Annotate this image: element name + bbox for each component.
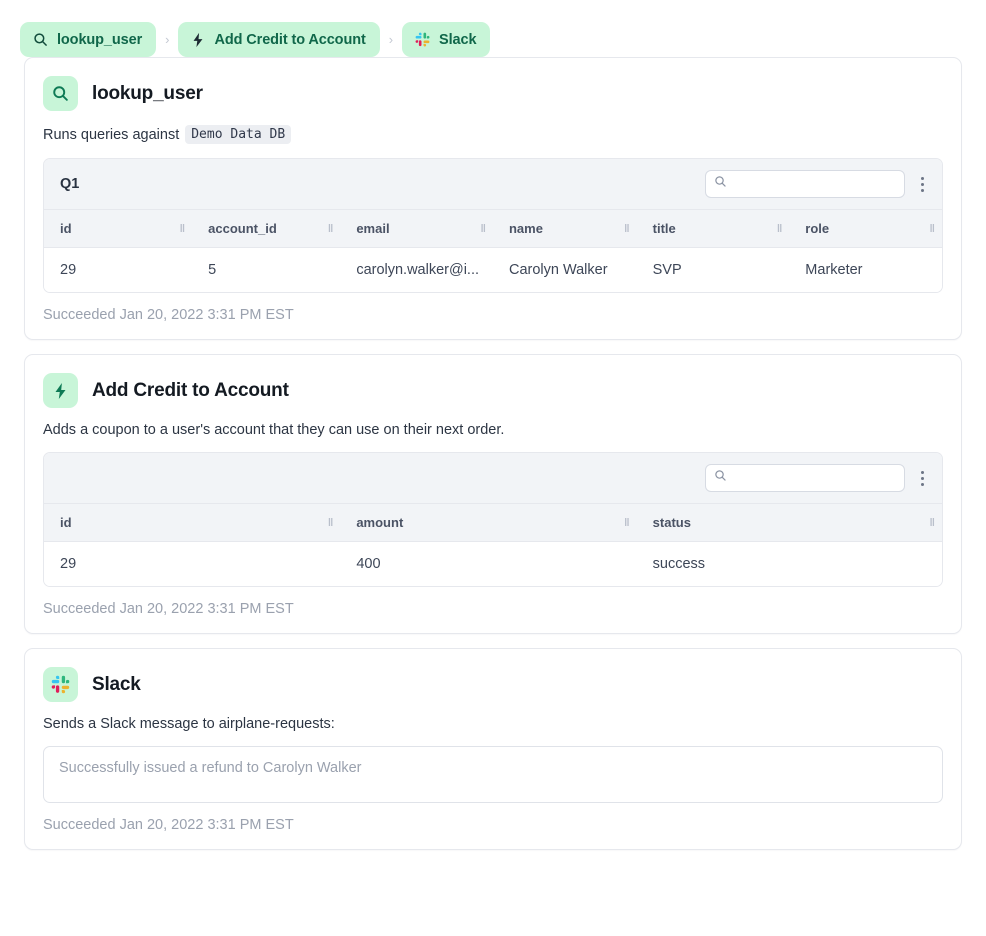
table-toolbar: Q1	[44, 159, 942, 210]
breadcrumb-item-slack[interactable]: Slack	[402, 22, 491, 57]
column-header-status[interactable]: status ‖	[636, 504, 942, 542]
table-toolbar	[44, 453, 942, 504]
column-resize-handle[interactable]: ‖	[328, 223, 334, 235]
table-row[interactable]: 29 400 success	[44, 541, 942, 586]
cell-role: Marketer	[789, 247, 942, 292]
table-overflow-menu-button[interactable]	[915, 173, 930, 196]
dot-icon	[921, 470, 924, 474]
column-label: email	[356, 221, 390, 236]
results-table-lookup-user: Q1 id ‖ account_id ‖ email ‖ name ‖ titl…	[43, 158, 943, 293]
status-text: Succeeded Jan 20, 2022 3:31 PM EST	[43, 601, 294, 617]
column-header-email[interactable]: email ‖	[340, 210, 493, 248]
description-text: Sends a Slack message to airplane-reques…	[43, 716, 335, 732]
search-icon	[714, 175, 727, 193]
cell-amount: 400	[340, 541, 637, 586]
card-header: Add Credit to Account	[43, 373, 943, 408]
search-input[interactable]	[733, 176, 896, 192]
table-row[interactable]: 29 5 carolyn.walker@i... Carolyn Walker …	[44, 247, 942, 292]
column-label: account_id	[208, 221, 277, 236]
slack-icon	[43, 667, 78, 702]
search-icon	[43, 76, 78, 111]
cell-status: success	[636, 541, 942, 586]
column-label: title	[652, 221, 676, 236]
column-resize-handle[interactable]: ‖	[624, 517, 630, 529]
dot-icon	[921, 482, 924, 486]
cell-id: 29	[44, 247, 193, 292]
description-text: Adds a coupon to a user's account that t…	[43, 422, 505, 438]
breadcrumb-label: Add Credit to Account	[214, 31, 366, 48]
table-overflow-menu-button[interactable]	[915, 467, 930, 490]
cell-name: Carolyn Walker	[492, 247, 637, 292]
data-table: id ‖ account_id ‖ email ‖ name ‖ title ‖ role…	[44, 210, 942, 292]
column-resize-handle[interactable]: ‖	[180, 223, 186, 235]
column-header-name[interactable]: name ‖	[492, 210, 637, 248]
column-header-title[interactable]: title ‖	[636, 210, 790, 248]
column-label: role	[805, 221, 830, 236]
search-input-wrapper[interactable]	[705, 464, 905, 492]
cards-container: lookup_user Runs queries against Demo Da…	[0, 57, 986, 850]
breadcrumb-label: Slack	[439, 31, 477, 48]
data-table: id ‖ amount ‖ status ‖ 29 400 success	[44, 504, 942, 586]
card-description: Adds a coupon to a user's account that t…	[43, 422, 943, 438]
column-label: id	[60, 221, 72, 236]
column-resize-handle[interactable]: ‖	[930, 223, 936, 235]
bolt-icon	[43, 373, 78, 408]
column-label: id	[60, 515, 72, 530]
column-header-role[interactable]: role ‖	[789, 210, 942, 248]
card-add-credit-to-account: Add Credit to Account Adds a coupon to a…	[24, 354, 962, 634]
page-title: Add Credit to Account	[92, 379, 289, 401]
column-resize-handle[interactable]: ‖	[930, 517, 936, 529]
column-label: status	[652, 515, 691, 530]
cell-account-id: 5	[192, 247, 341, 292]
column-resize-handle[interactable]: ‖	[480, 223, 486, 235]
column-header-account-id[interactable]: account_id ‖	[192, 210, 341, 248]
breadcrumb-item-lookup-user[interactable]: lookup_user	[20, 22, 157, 57]
breadcrumb: lookup_user › Add Credit to Account › Sl…	[0, 0, 986, 57]
card-header: lookup_user	[43, 76, 943, 111]
description-text: Runs queries against	[43, 126, 180, 143]
dot-icon	[921, 476, 924, 480]
dot-icon	[921, 182, 924, 186]
slack-icon	[415, 32, 430, 47]
search-icon	[33, 32, 48, 47]
dot-icon	[921, 176, 924, 180]
breadcrumb-separator: ›	[165, 32, 170, 47]
cell-id: 29	[44, 541, 341, 586]
toolbar-actions	[705, 464, 930, 492]
card-description: Sends a Slack message to airplane-reques…	[43, 716, 943, 732]
column-resize-handle[interactable]: ‖	[624, 223, 630, 235]
column-header-id[interactable]: id ‖	[44, 210, 193, 248]
breadcrumb-item-add-credit-to-account[interactable]: Add Credit to Account	[178, 22, 380, 57]
status-text: Succeeded Jan 20, 2022 3:31 PM EST	[43, 817, 294, 833]
page-title: Slack	[92, 673, 141, 695]
page-title: lookup_user	[92, 82, 203, 104]
bolt-icon	[191, 32, 205, 48]
column-resize-handle[interactable]: ‖	[777, 223, 783, 235]
column-header-id[interactable]: id ‖	[44, 504, 341, 542]
column-header-amount[interactable]: amount ‖	[340, 504, 637, 542]
column-label: name	[508, 221, 543, 236]
status-text: Succeeded Jan 20, 2022 3:31 PM EST	[43, 307, 294, 323]
toolbar-actions	[705, 170, 930, 198]
search-icon	[714, 469, 727, 487]
table-header-row: id ‖ account_id ‖ email ‖ name ‖ title ‖ role…	[44, 210, 942, 248]
table-name: Q1	[60, 176, 80, 192]
column-label: amount	[356, 515, 404, 530]
search-input[interactable]	[733, 470, 896, 486]
search-input-wrapper[interactable]	[705, 170, 905, 198]
cell-email: carolyn.walker@i...	[340, 247, 493, 292]
card-slack: Slack Sends a Slack message to airplane-…	[24, 648, 962, 850]
column-resize-handle[interactable]: ‖	[328, 517, 334, 529]
results-table-add-credit: id ‖ amount ‖ status ‖ 29 400 success	[43, 452, 943, 587]
dot-icon	[921, 188, 924, 192]
card-lookup-user: lookup_user Runs queries against Demo Da…	[24, 57, 962, 340]
cell-title: SVP	[636, 247, 790, 292]
breadcrumb-label: lookup_user	[57, 31, 143, 48]
card-header: Slack	[43, 667, 943, 702]
table-header-row: id ‖ amount ‖ status ‖	[44, 504, 942, 542]
card-description: Runs queries against Demo Data DB	[43, 125, 943, 144]
datasource-chip: Demo Data DB	[185, 125, 292, 144]
breadcrumb-separator: ›	[388, 32, 394, 47]
slack-message-box[interactable]: Successfully issued a refund to Carolyn …	[43, 746, 943, 803]
